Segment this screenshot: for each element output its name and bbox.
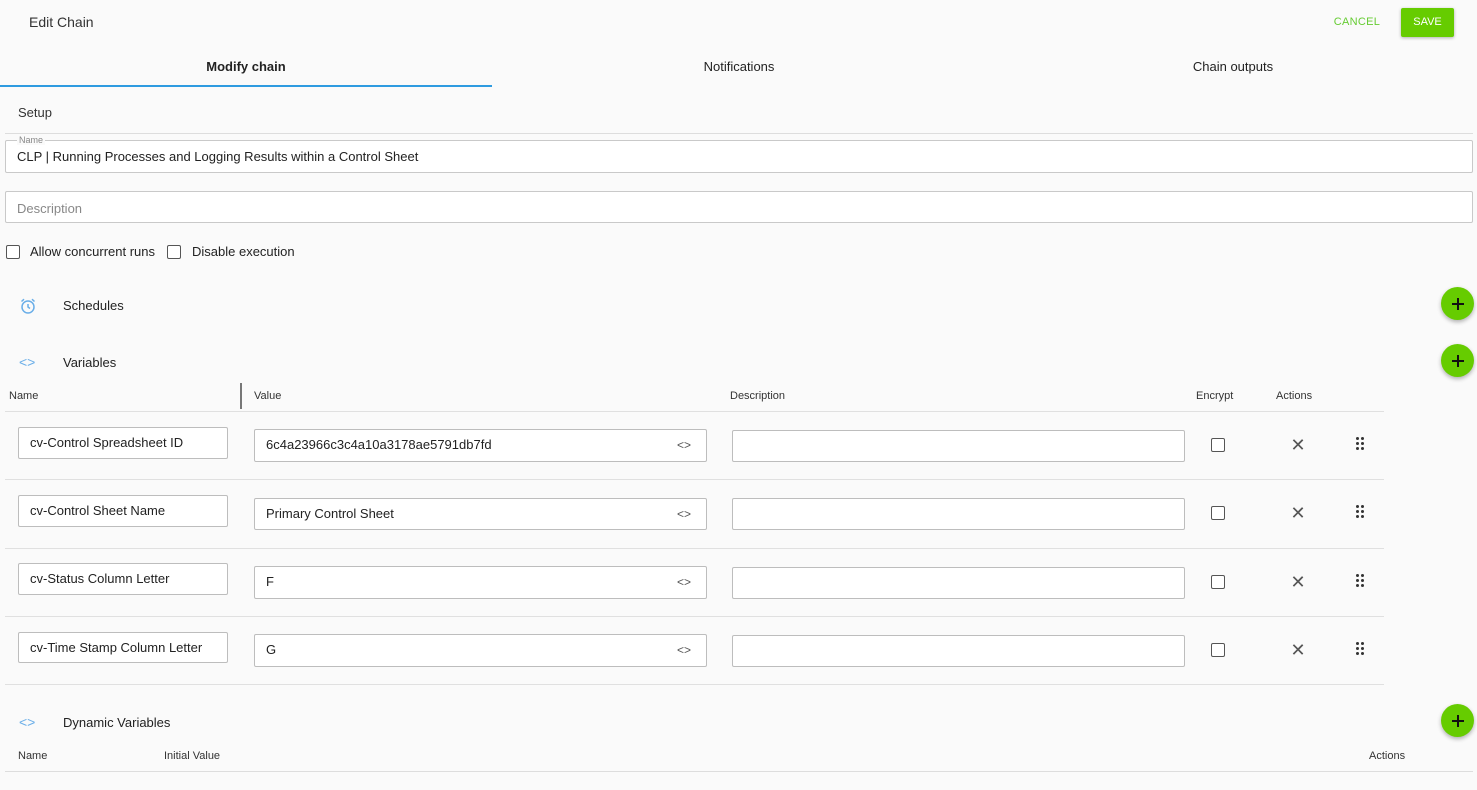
dynamic-variables-label: Dynamic Variables: [63, 715, 171, 730]
variable-value-input[interactable]: 6c4a23966c3c4a10a3178ae5791db7fd <>: [254, 429, 707, 462]
variable-name-input[interactable]: cv-Time Stamp Column Letter: [18, 632, 228, 663]
variable-name-input[interactable]: cv-Control Spreadsheet ID: [18, 427, 228, 459]
drag-handle-icon[interactable]: [1356, 505, 1366, 519]
row-divider: [5, 479, 1384, 480]
disable-execution-checkbox[interactable]: [167, 245, 181, 259]
add-variable-button[interactable]: [1441, 344, 1474, 377]
row-divider: [5, 548, 1384, 549]
column-resize-handle[interactable]: [240, 383, 242, 409]
disable-execution-label: Disable execution: [192, 244, 295, 259]
encrypt-checkbox[interactable]: [1211, 643, 1225, 657]
allow-concurrent-label: Allow concurrent runs: [30, 244, 155, 259]
encrypt-checkbox[interactable]: [1211, 575, 1225, 589]
dynamic-header-divider: [5, 771, 1473, 772]
variable-description-input[interactable]: [732, 430, 1185, 462]
dynamic-column-header-initial-value: Initial Value: [164, 750, 221, 762]
schedules-label: Schedules: [63, 298, 124, 313]
variable-value-input[interactable]: F <>: [254, 566, 707, 599]
variable-value-text: 6c4a23966c3c4a10a3178ae5791db7fd: [266, 437, 492, 452]
allow-concurrent-checkbox[interactable]: [6, 245, 20, 259]
variable-description-input[interactable]: [732, 498, 1185, 530]
delete-icon[interactable]: ✕: [1290, 436, 1306, 454]
column-header-actions: Actions: [1276, 390, 1313, 402]
code-brackets-icon: <>: [19, 714, 36, 730]
variable-value-input[interactable]: Primary Control Sheet <>: [254, 498, 707, 530]
variables-label: Variables: [63, 355, 117, 370]
code-toggle-icon[interactable]: <>: [677, 567, 691, 597]
column-header-value: Value: [254, 390, 282, 402]
variable-value-text: G: [266, 642, 277, 657]
drag-handle-icon[interactable]: [1356, 574, 1366, 588]
encrypt-checkbox[interactable]: [1211, 506, 1225, 520]
variable-description-input[interactable]: [732, 635, 1185, 667]
dynamic-column-header-actions: Actions: [1369, 750, 1406, 762]
add-schedule-button[interactable]: [1441, 287, 1474, 320]
row-divider: [5, 616, 1384, 617]
variable-value-text: Primary Control Sheet: [266, 506, 394, 521]
name-field-label: Name: [17, 135, 46, 145]
code-toggle-icon[interactable]: <>: [677, 430, 691, 460]
header-divider: [5, 411, 1384, 412]
tab-notifications[interactable]: Notifications: [492, 48, 986, 87]
variable-value-text: F: [266, 574, 274, 589]
description-placeholder: Description: [17, 201, 83, 216]
page-title: Edit Chain: [29, 14, 94, 30]
column-header-description: Description: [730, 390, 786, 402]
tab-modify-chain[interactable]: Modify chain: [0, 48, 492, 87]
save-button[interactable]: SAVE: [1401, 8, 1454, 37]
encrypt-checkbox[interactable]: [1211, 438, 1225, 452]
variable-name-input[interactable]: cv-Status Column Letter: [18, 563, 228, 595]
row-divider: [5, 684, 1384, 685]
drag-handle-icon[interactable]: [1356, 642, 1366, 656]
code-brackets-icon: <>: [19, 354, 36, 370]
name-field[interactable]: Name CLP | Running Processes and Logging…: [5, 135, 1473, 173]
drag-handle-icon[interactable]: [1356, 437, 1366, 451]
delete-icon[interactable]: ✕: [1290, 573, 1306, 591]
column-header-name: Name: [9, 390, 39, 402]
setup-divider: [5, 133, 1473, 134]
variable-name-input[interactable]: cv-Control Sheet Name: [18, 495, 228, 527]
variable-description-input[interactable]: [732, 567, 1185, 599]
name-field-value: CLP | Running Processes and Logging Resu…: [17, 149, 419, 164]
add-dynamic-variable-button[interactable]: [1441, 704, 1474, 737]
cancel-button[interactable]: CANCEL: [1326, 12, 1388, 32]
delete-icon[interactable]: ✕: [1290, 641, 1306, 659]
description-field[interactable]: Description: [5, 191, 1473, 223]
tab-chain-outputs[interactable]: Chain outputs: [986, 48, 1477, 87]
delete-icon[interactable]: ✕: [1290, 504, 1306, 522]
alarm-clock-icon: [20, 298, 36, 314]
variable-value-input[interactable]: G <>: [254, 634, 707, 667]
code-toggle-icon[interactable]: <>: [677, 635, 691, 665]
dynamic-column-header-name: Name: [18, 750, 48, 762]
setup-heading: Setup: [18, 105, 52, 120]
column-header-encrypt: Encrypt: [1196, 390, 1234, 402]
code-toggle-icon[interactable]: <>: [677, 499, 691, 529]
